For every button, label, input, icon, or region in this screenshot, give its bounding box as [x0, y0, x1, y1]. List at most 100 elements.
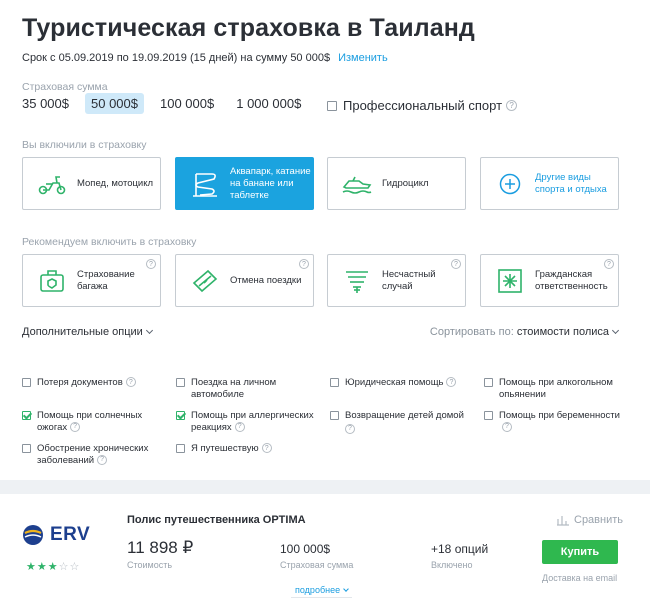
card-luggage[interactable]: Страхование багажа ? — [22, 254, 161, 307]
help-icon[interactable]: ? — [261, 443, 272, 454]
trip-term: Срок с 05.09.2019 по 19.09.2019 (15 дней… — [22, 52, 388, 64]
sum-option-35000[interactable]: 35 000$ — [22, 93, 75, 114]
help-icon[interactable]: ? — [234, 421, 245, 432]
help-icon[interactable]: ? — [506, 100, 518, 111]
sort-value: стоимости полиса — [516, 326, 609, 338]
change-link[interactable]: Изменить — [338, 52, 388, 64]
card-label: Аквапарк, катание на банане или таблетке — [230, 165, 311, 201]
option-label: Помощь при алкогольном опьянении — [499, 377, 613, 400]
option-label: Я путешествую? — [191, 443, 272, 455]
option-chronic[interactable]: Обострение хронических заболеваний? — [22, 443, 162, 466]
option-own-car[interactable]: Поездка на личном автомобиле — [176, 377, 316, 400]
liability-icon — [493, 266, 527, 296]
card-liability[interactable]: Гражданская ответственность ? — [480, 254, 619, 307]
trip-term-text: Срок с 05.09.2019 по 19.09.2019 (15 дней… — [22, 52, 331, 64]
offer-sum: 100 000$ — [280, 542, 331, 556]
additional-options-toggle[interactable]: Дополнительные опции — [22, 326, 153, 338]
insured-sum-label: Страховая сумма — [22, 81, 108, 93]
option-pregnancy[interactable]: Помощь при беременности? — [484, 410, 624, 433]
card-accident[interactable]: Несчастный случай ? — [327, 254, 466, 307]
page-title: Туристическая страховка в Таиланд — [22, 14, 475, 42]
option-checkbox[interactable] — [22, 444, 31, 453]
offer-sum-label: Страховая сумма — [280, 560, 354, 570]
help-icon[interactable]: ? — [345, 423, 355, 434]
option-label: Обострение хронических заболеваний? — [37, 443, 149, 466]
help-icon[interactable]: ? — [446, 377, 457, 388]
option-children-return[interactable]: Возвращение детей домой? — [330, 410, 470, 434]
option-alcohol-help[interactable]: Помощь при алкогольном опьянении — [484, 377, 624, 400]
option-checkbox[interactable] — [484, 378, 493, 387]
card-other-sports[interactable]: Другие виды спорта и отдыха — [480, 157, 619, 210]
card-label: Гидроцикл — [382, 177, 429, 189]
option-checkbox[interactable] — [176, 444, 185, 453]
help-icon[interactable]: ? — [125, 377, 136, 388]
pro-sport-label: Профессиональный спорт — [343, 98, 503, 113]
option-label: Помощь при аллергических реакциях? — [191, 410, 314, 433]
option-checkbox[interactable] — [22, 378, 31, 387]
delivery-label: Доставка на email — [542, 573, 618, 583]
buy-button[interactable]: Купить — [542, 540, 618, 564]
option-traveling[interactable]: Я путешествую? — [176, 443, 316, 455]
jetski-icon — [340, 169, 374, 199]
star-filled-icon: ★ — [47, 561, 58, 573]
option-label: Потеря документов? — [37, 377, 136, 389]
option-checkbox[interactable] — [484, 411, 493, 420]
help-icon[interactable]: ? — [604, 259, 614, 269]
chevron-down-icon — [145, 326, 153, 335]
policy-title: Полис путешественника OPTIMA — [127, 514, 306, 526]
option-checkbox[interactable] — [22, 411, 31, 420]
insured-sum-options: 35 000$ 50 000$ 100 000$ 1 000 000$ — [22, 93, 317, 114]
offer-options[interactable]: +18 опций — [431, 542, 488, 556]
section-divider — [0, 480, 650, 494]
option-checkbox[interactable] — [176, 411, 185, 420]
compare-icon — [557, 516, 569, 526]
recommended-label: Рекомендуем включить в страховку — [22, 236, 197, 248]
card-label: Отмена поездки — [230, 274, 302, 286]
star-filled-icon: ★ — [26, 561, 36, 573]
compare-button[interactable]: Сравнить — [556, 514, 623, 526]
sum-option-1000000[interactable]: 1 000 000$ — [230, 93, 307, 114]
card-moped[interactable]: Мопед, мотоцикл — [22, 157, 161, 210]
sum-option-50000[interactable]: 50 000$ — [85, 93, 144, 114]
option-sunburn[interactable]: Помощь при солнечных ожогах? — [22, 410, 162, 433]
moped-icon — [35, 169, 69, 199]
card-waterpark[interactable]: Аквапарк, катание на банане или таблетке — [175, 157, 314, 210]
option-checkbox[interactable] — [330, 411, 339, 420]
insurer-logo: ERV — [22, 524, 90, 546]
card-label: Другие виды спорта и отдыха — [535, 171, 607, 195]
pro-sport-option[interactable]: Профессиональный спорт ? — [327, 98, 518, 113]
option-checkbox[interactable] — [176, 378, 185, 387]
chevron-down-icon — [343, 586, 349, 592]
card-label: Страхование багажа — [77, 268, 135, 292]
waterslide-icon — [188, 169, 222, 199]
insurer-name: ERV — [50, 524, 91, 545]
help-icon[interactable]: ? — [502, 421, 512, 432]
card-trip-cancel[interactable]: Отмена поездки ? — [175, 254, 314, 307]
offer-price-label: Стоимость — [127, 560, 173, 570]
help-icon[interactable]: ? — [451, 259, 461, 269]
rating-stars: ★ ★ ★ ☆ ☆ — [26, 562, 80, 573]
option-legal-help[interactable]: Юридическая помощь? — [330, 377, 470, 389]
offer-options-label: Включено — [431, 560, 473, 570]
sort-prefix: Сортировать по: — [429, 326, 514, 338]
more-details-link[interactable]: подробнее — [291, 585, 353, 598]
option-lost-documents[interactable]: Потеря документов? — [22, 377, 162, 389]
option-allergy[interactable]: Помощь при аллергических реакциях? — [176, 410, 316, 433]
help-icon[interactable]: ? — [97, 454, 108, 465]
option-label: Поездка на личном автомобиле — [191, 377, 277, 400]
star-empty-icon: ☆ — [69, 561, 80, 573]
sort-dropdown[interactable]: Сортировать по: стоимости полиса — [429, 326, 620, 338]
pro-sport-checkbox[interactable] — [327, 100, 337, 111]
star-filled-icon: ★ — [36, 561, 47, 573]
help-icon[interactable]: ? — [70, 421, 81, 432]
option-label: Юридическая помощь? — [345, 377, 457, 389]
chevron-down-icon — [611, 326, 620, 335]
card-jetski[interactable]: Гидроцикл — [327, 157, 466, 210]
offer-price: 11 898 ₽ — [127, 538, 194, 557]
included-label: Вы включили в страховку — [22, 139, 147, 151]
option-checkbox[interactable] — [330, 378, 339, 387]
sum-option-100000[interactable]: 100 000$ — [154, 93, 220, 114]
option-label: Помощь при беременности? — [499, 410, 620, 432]
help-icon[interactable]: ? — [299, 259, 309, 269]
help-icon[interactable]: ? — [146, 259, 156, 269]
